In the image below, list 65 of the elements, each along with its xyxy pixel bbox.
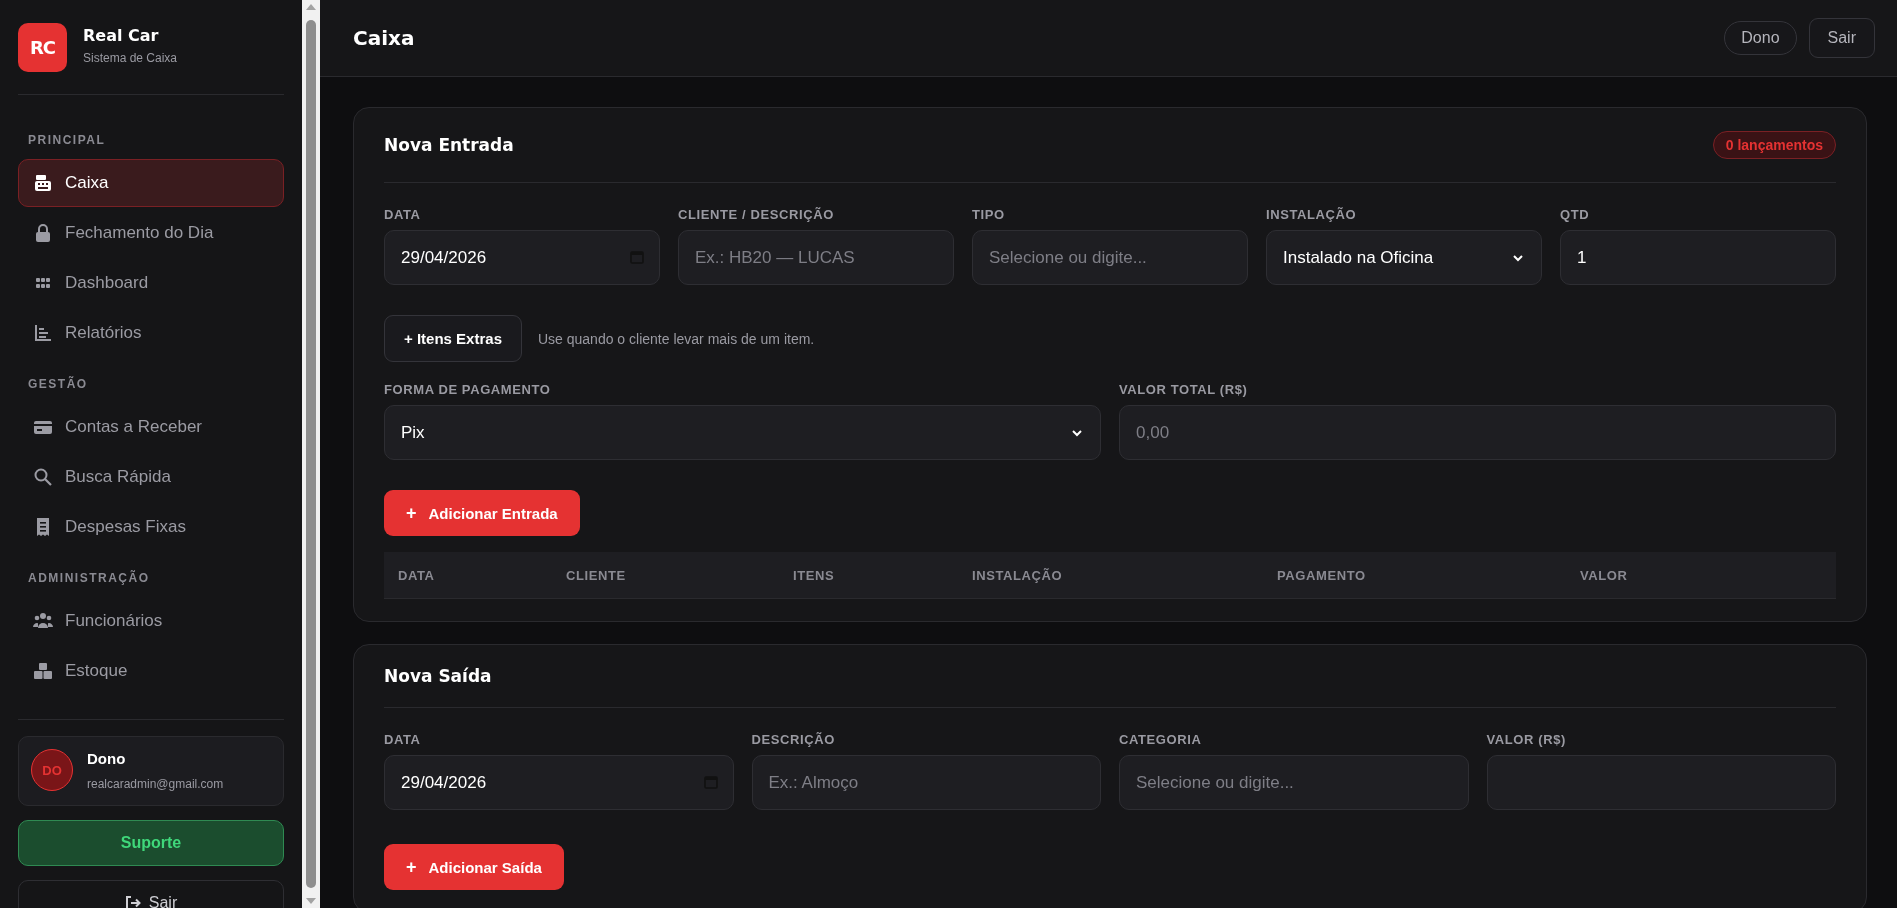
column-header: CLIENTE [566, 567, 626, 583]
add-expense-button[interactable]: + Adicionar Saída [384, 844, 564, 890]
field-label: DATA [384, 207, 421, 222]
boxes-icon [33, 661, 53, 681]
nav-item[interactable]: Busca Rápida [18, 453, 284, 501]
column-header: VALOR [1580, 567, 1628, 583]
dropdown-field[interactable]: Pix [384, 405, 1101, 460]
nav-item[interactable]: Relatórios [18, 309, 284, 357]
brand-subtitle: Sistema de Caixa [83, 51, 178, 65]
input-field[interactable]: 1 [1560, 230, 1836, 285]
field-label: DATA [384, 732, 421, 747]
dropdown-field[interactable]: Instalado na Oficina [1266, 230, 1542, 285]
field-label: CATEGORIA [1119, 732, 1202, 747]
column-header: ITENS [793, 567, 835, 583]
input-field[interactable]: Selecione ou digite... [1119, 755, 1469, 810]
card-title: Nova Entrada [384, 135, 514, 155]
field-label: VALOR TOTAL (R$) [1119, 382, 1248, 397]
user-button[interactable]: Dono [1724, 21, 1797, 55]
section-heading: GESTÃO [28, 377, 88, 391]
user-name: Dono [87, 749, 127, 767]
nav-item[interactable]: Fechamento do Dia [18, 209, 284, 257]
input-field[interactable]: Selecione ou digite... [972, 230, 1248, 285]
search-icon [33, 467, 53, 487]
field-label: QTD [1560, 207, 1590, 222]
date-field[interactable]: 29/04/2026 [384, 755, 734, 810]
date-field[interactable]: 29/04/2026 [384, 230, 660, 285]
page-title: Caixa [353, 26, 416, 50]
field-label: VALOR (R$) [1486, 732, 1566, 747]
logo: RC [18, 23, 67, 72]
card-title: Nova Saída [384, 666, 492, 686]
field-label: CLIENTE / DESCRIÇÃO [678, 207, 834, 222]
column-header: INSTALAÇÃO [972, 567, 1063, 583]
column-header: PAGAMENTO [1277, 567, 1366, 583]
nav-item[interactable]: Caixa [18, 159, 284, 207]
cash-register-icon [33, 173, 53, 193]
field-label: INSTALAÇÃO [1266, 207, 1357, 222]
field-label: FORMA DE PAGAMENTO [384, 382, 551, 397]
user-email: realcaradmin@gmail.com [87, 776, 224, 791]
field-label: DESCRIÇÃO [751, 732, 835, 747]
logout-button[interactable]: Sair [18, 880, 284, 908]
lock-icon [33, 223, 53, 243]
input-field[interactable]: Ex.: Almoço [751, 755, 1101, 810]
section-heading: ADMINISTRAÇÃO [28, 571, 150, 585]
nav-item[interactable]: Estoque [18, 647, 284, 695]
add-entry-button[interactable]: + Adicionar Entrada [384, 490, 580, 536]
input-field[interactable]: Ex.: HB20 — LUCAS [678, 230, 954, 285]
count-badge: 0 lançamentos [1712, 131, 1836, 159]
input-field[interactable]: 0,00 [1119, 405, 1836, 460]
input-field[interactable] [1486, 755, 1836, 810]
nav-item[interactable]: Funcionários [18, 597, 284, 645]
extra-items-button[interactable]: + Itens Extras [384, 315, 522, 362]
logout-button[interactable]: Sair [1808, 18, 1875, 58]
support-button[interactable]: Suporte [18, 820, 284, 866]
avatar: DO [31, 749, 73, 791]
people-icon [33, 611, 53, 631]
nav-item[interactable]: Dashboard [18, 259, 284, 307]
nav-item[interactable]: Despesas Fixas [18, 503, 284, 551]
field-label: TIPO [972, 207, 1005, 222]
bar-chart-icon [33, 323, 53, 343]
brand-name: Real Car [83, 26, 160, 45]
hint-text: Use quando o cliente levar mais de um item. [537, 330, 815, 347]
logout-icon [124, 895, 141, 908]
nav-item[interactable]: Contas a Receber [18, 403, 284, 451]
column-header: DATA [398, 567, 435, 583]
section-heading: PRINCIPAL [28, 133, 106, 147]
